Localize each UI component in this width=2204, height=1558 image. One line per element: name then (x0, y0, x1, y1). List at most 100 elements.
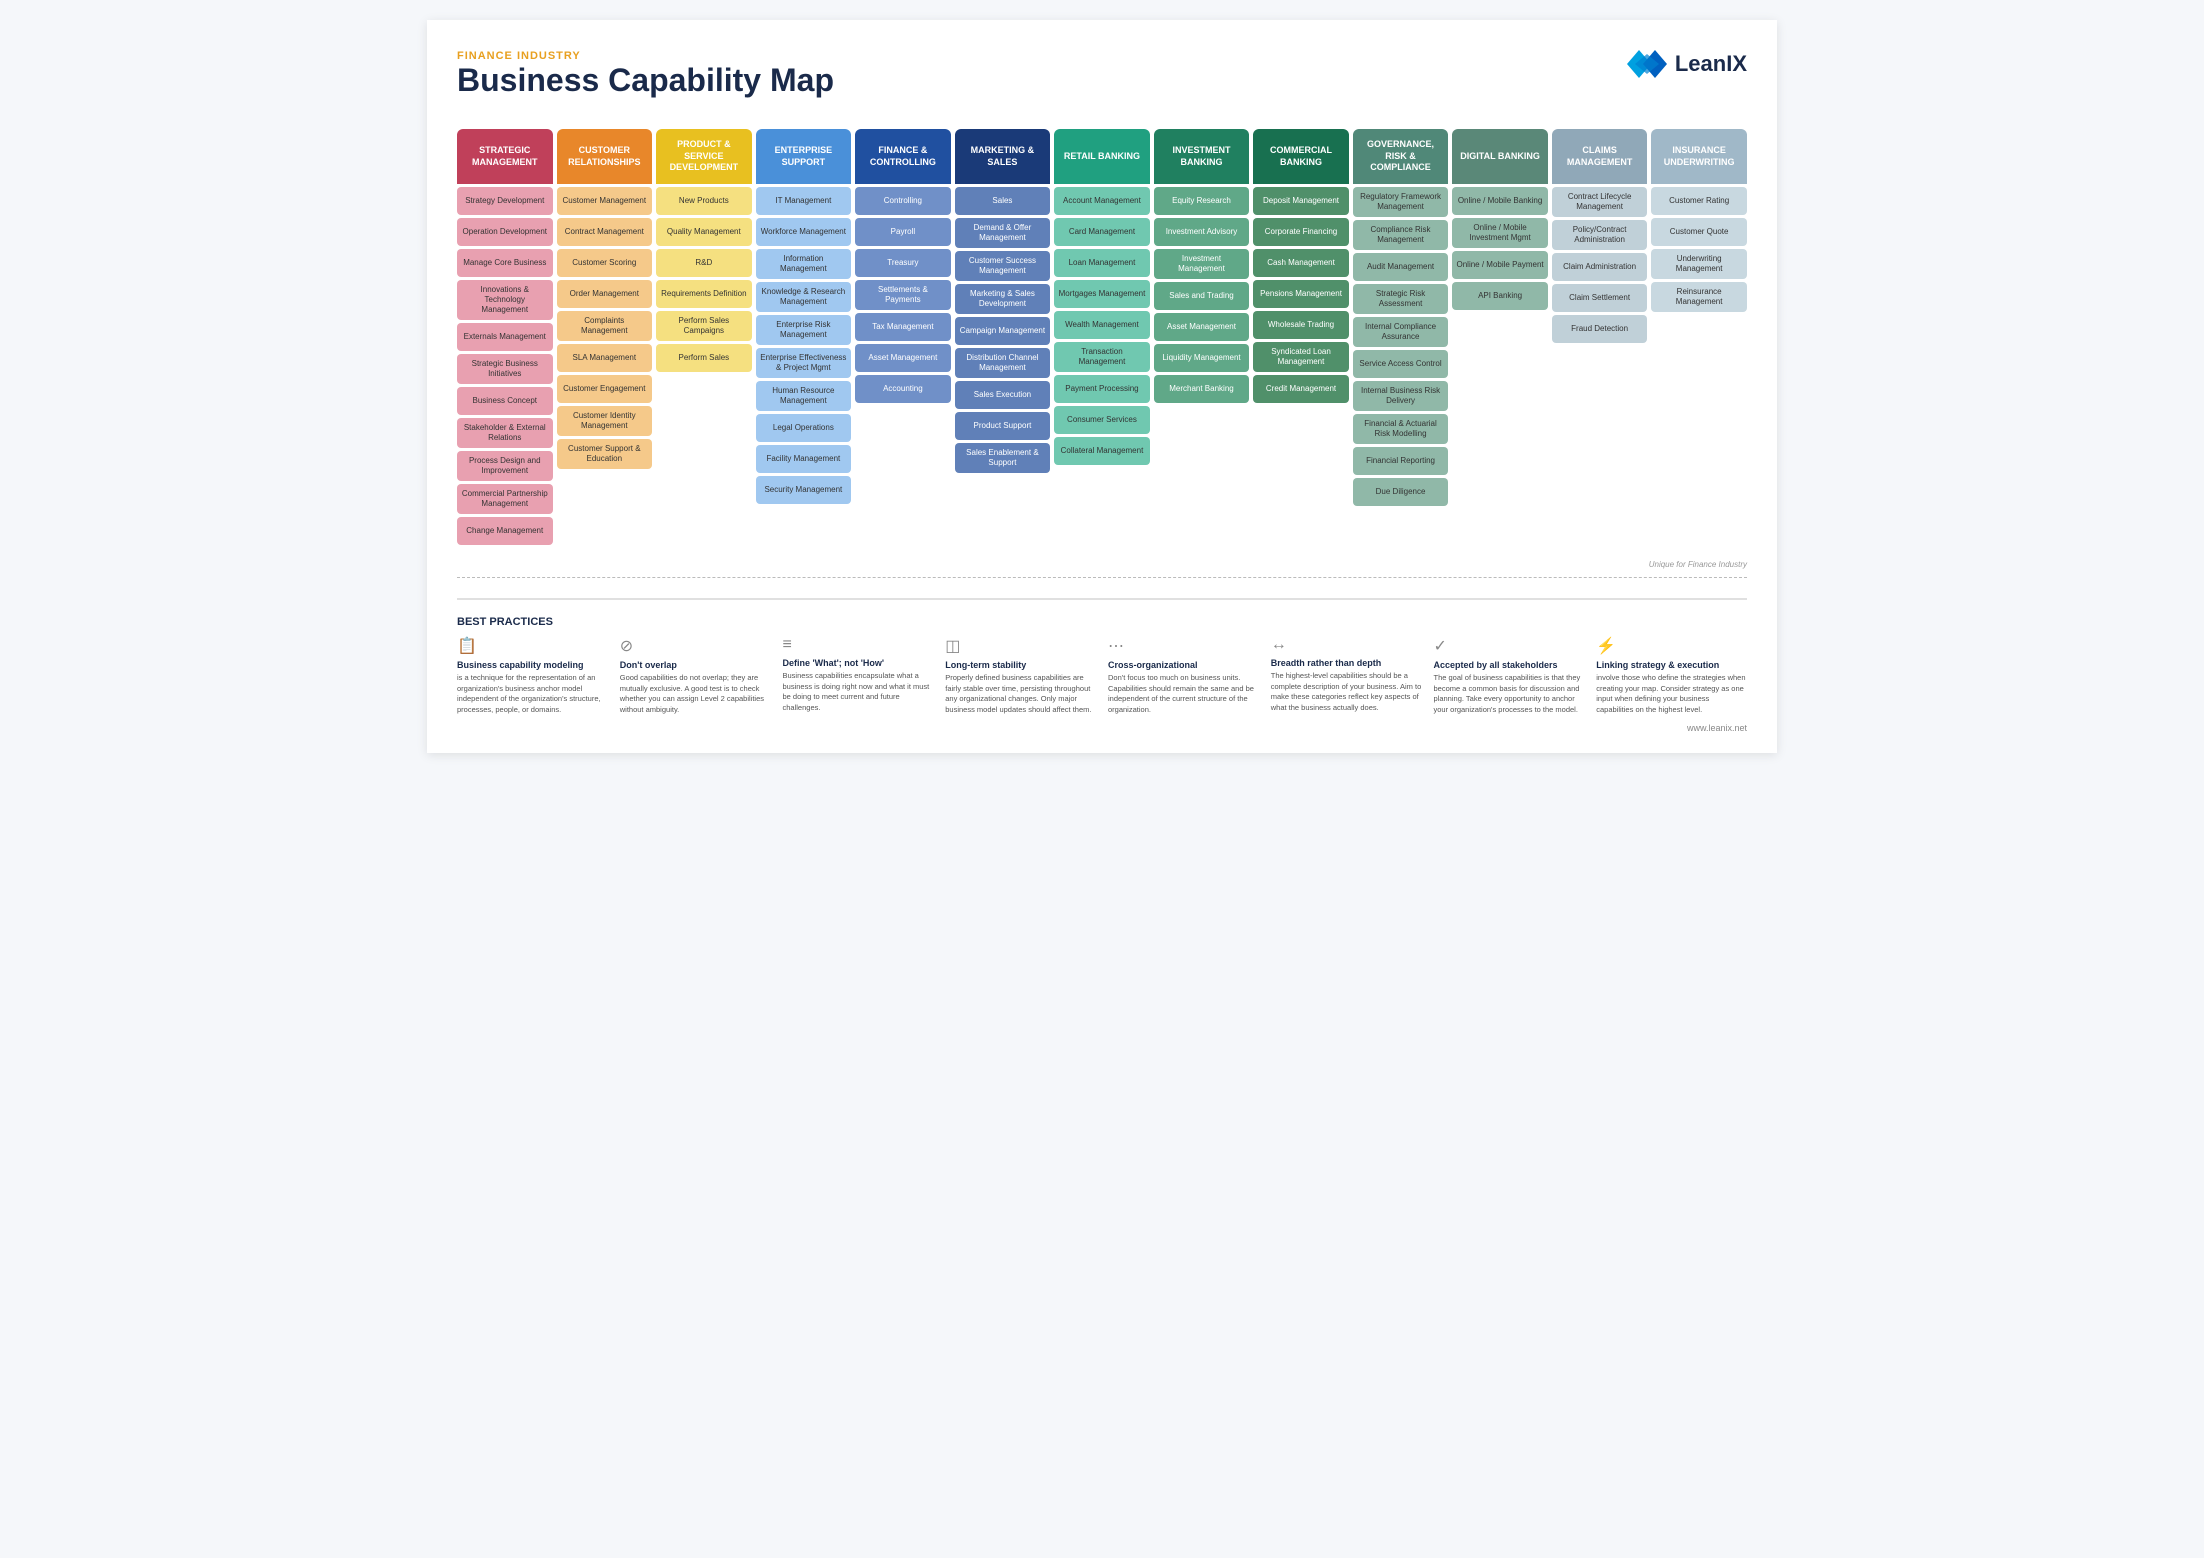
best-practices-title: BEST PRACTICES (457, 616, 1747, 628)
cell-retail-0: Account Management (1054, 187, 1150, 215)
cell-marketing-3: Marketing & Sales Development (955, 284, 1051, 314)
col-body-claims: Contract Lifecycle ManagementPolicy/Cont… (1552, 184, 1648, 548)
cell-investment-4: Asset Management (1154, 313, 1250, 341)
bp-item-4: ⋯Cross-organizationalDon't focus too muc… (1108, 636, 1259, 715)
column-strategic: STRATEGIC MANAGEMENT Strategy Development… (457, 129, 553, 548)
cell-investment-0: Equity Research (1154, 187, 1250, 215)
bp-item-title-7: Linking strategy & execution (1596, 660, 1747, 670)
cell-insurance-2: Underwriting Management (1651, 249, 1747, 279)
bp-item-title-1: Don't overlap (620, 660, 771, 670)
bp-item-6: ✓Accepted by all stakeholdersThe goal of… (1434, 636, 1585, 715)
cell-investment-1: Investment Advisory (1154, 218, 1250, 246)
cell-strategic-5: Strategic Business Initiatives (457, 354, 553, 384)
cell-commercial-1: Corporate Financing (1253, 218, 1349, 246)
cell-investment-5: Liquidity Management (1154, 344, 1250, 372)
bp-item-text-5: The highest-level capabilities should be… (1271, 671, 1422, 713)
bp-item-text-6: The goal of business capabilities is tha… (1434, 673, 1585, 715)
map-container: STRATEGIC MANAGEMENT Strategy Development… (457, 119, 1747, 558)
bp-item-0: 📋Business capability modelingis a techni… (457, 636, 608, 715)
cell-claims-2: Claim Administration (1552, 253, 1648, 281)
cell-commercial-2: Cash Management (1253, 249, 1349, 277)
bp-item-text-7: involve those who define the strategies … (1596, 673, 1747, 715)
cell-product-5: Perform Sales (656, 344, 752, 372)
cell-retail-6: Payment Processing (1054, 375, 1150, 403)
cell-enterprise-0: IT Management (756, 187, 852, 215)
cell-digital-2: Online / Mobile Payment (1452, 251, 1548, 279)
cell-claims-0: Contract Lifecycle Management (1552, 187, 1648, 217)
cell-governance-4: Internal Compliance Assurance (1353, 317, 1449, 347)
col-body-product: New ProductsQuality ManagementR&DRequire… (656, 184, 752, 548)
col-body-commercial: Deposit Management Corporate Financing Cas… (1253, 184, 1349, 548)
col-header-finance: FINANCE & CONTROLLING (855, 129, 951, 184)
col-header-customer: CUSTOMER RELATIONSHIPS (557, 129, 653, 184)
cell-customer-7: Customer Identity Management (557, 406, 653, 436)
cell-marketing-1: Demand & Offer Management (955, 218, 1051, 248)
cell-customer-8: Customer Support & Education (557, 439, 653, 469)
col-header-claims: CLAIMS MANAGEMENT (1552, 129, 1648, 184)
col-header-investment: INVESTMENT BANKING (1154, 129, 1250, 184)
cell-marketing-7: Product Support (955, 412, 1051, 440)
col-header-governance: GOVERNANCE, RISK & COMPLIANCE (1353, 129, 1449, 184)
bp-item-7: ⚡Linking strategy & executioninvolve tho… (1596, 636, 1747, 715)
cell-governance-5: Service Access Control (1353, 350, 1449, 378)
cell-marketing-0: Sales (955, 187, 1051, 215)
cell-retail-3: Mortgages Management (1054, 280, 1150, 308)
column-enterprise: ENTERPRISE SUPPORTIT ManagementWorkforce… (756, 129, 852, 548)
bp-item-text-3: Properly defined business capabilities a… (945, 673, 1096, 715)
best-practices-grid: 📋Business capability modelingis a techni… (457, 636, 1747, 715)
cell-commercial-3: Pensions Management (1253, 280, 1349, 308)
column-claims: CLAIMS MANAGEMENTContract Lifecycle Mana… (1552, 129, 1648, 548)
cell-marketing-4: Campaign Management (955, 317, 1051, 345)
cell-governance-2: Audit Management (1353, 253, 1449, 281)
bp-icon-0: 📋 (457, 636, 608, 656)
cell-marketing-8: Sales Enablement & Support (955, 443, 1051, 473)
main-title: Business Capability Map (457, 62, 834, 99)
cell-commercial-6: Credit Management (1253, 375, 1349, 403)
cell-customer-1: Contract Management (557, 218, 653, 246)
cell-retail-7: Consumer Services (1054, 406, 1150, 434)
cell-digital-0: Online / Mobile Banking (1452, 187, 1548, 215)
cell-finance-6: Accounting (855, 375, 951, 403)
cell-commercial-4: Wholesale Trading (1253, 311, 1349, 339)
cell-investment-6: Merchant Banking (1154, 375, 1250, 403)
column-retail: RETAIL BANKINGAccount ManagementCard Man… (1054, 129, 1150, 548)
cell-strategic-3: Innovations & Technology Management (457, 280, 553, 320)
cell-finance-3: Settlements & Payments (855, 280, 951, 310)
column-insurance: INSURANCE UNDERWRITINGCustomer RatingCus… (1651, 129, 1747, 548)
cell-governance-8: Financial Reporting (1353, 447, 1449, 475)
col-header-strategic: STRATEGIC MANAGEMENT (457, 129, 553, 184)
bp-icon-6: ✓ (1434, 636, 1585, 656)
cell-enterprise-4: Enterprise Risk Management (756, 315, 852, 345)
page: FINANCE INDUSTRY Business Capability Map… (427, 20, 1777, 753)
cell-enterprise-8: Facility Management (756, 445, 852, 473)
cell-customer-6: Customer Engagement (557, 375, 653, 403)
cell-claims-4: Fraud Detection (1552, 315, 1648, 343)
col-body-insurance: Customer RatingCustomer QuoteUnderwritin… (1651, 184, 1747, 548)
column-investment: INVESTMENT BANKING Equity Research Investm… (1154, 129, 1250, 548)
cell-commercial-0: Deposit Management (1253, 187, 1349, 215)
bp-icon-3: ◫ (945, 636, 1096, 656)
bp-item-2: ≡Define 'What'; not 'How'Business capabi… (783, 636, 934, 715)
column-governance: GOVERNANCE, RISK & COMPLIANCERegulatory … (1353, 129, 1449, 548)
cell-digital-1: Online / Mobile Investment Mgmt (1452, 218, 1548, 248)
cell-strategic-10: Change Management (457, 517, 553, 545)
col-header-commercial: COMMERCIAL BANKING (1253, 129, 1349, 184)
column-customer: CUSTOMER RELATIONSHIPSCustomer Managemen… (557, 129, 653, 548)
cell-finance-2: Treasury (855, 249, 951, 277)
logo: LeanIX (1627, 50, 1747, 78)
column-marketing: MARKETING & SALESSalesDemand & Offer Man… (955, 129, 1051, 548)
cell-product-1: Quality Management (656, 218, 752, 246)
cell-marketing-2: Customer Success Management (955, 251, 1051, 281)
cell-strategic-0: Strategy Development (457, 187, 553, 215)
column-product: PRODUCT & SERVICE DEVELOPMENTNew Product… (656, 129, 752, 548)
cell-governance-6: Internal Business Risk Delivery (1353, 381, 1449, 411)
column-finance: FINANCE & CONTROLLINGControllingPayrollT… (855, 129, 951, 548)
cell-governance-1: Compliance Risk Management (1353, 220, 1449, 250)
cell-strategic-7: Stakeholder & External Relations (457, 418, 553, 448)
col-body-enterprise: IT ManagementWorkforce ManagementInforma… (756, 184, 852, 548)
cell-retail-2: Loan Management (1054, 249, 1150, 277)
cell-product-2: R&D (656, 249, 752, 277)
bp-icon-1: ⊘ (620, 636, 771, 656)
col-body-retail: Account ManagementCard ManagementLoan Ma… (1054, 184, 1150, 548)
cell-enterprise-6: Human Resource Management (756, 381, 852, 411)
